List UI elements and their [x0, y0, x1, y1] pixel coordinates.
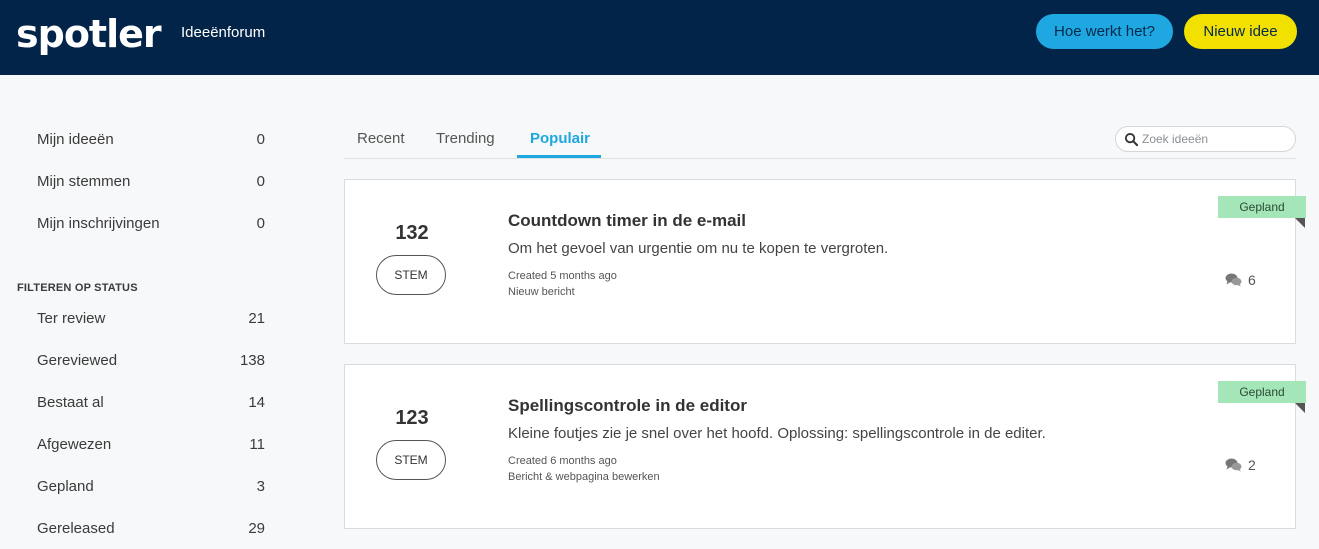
idea-card[interactable]: 132 STEM Countdown timer in de e-mail Om… — [344, 179, 1306, 344]
status-filter-ter-review[interactable]: Ter review 21 — [37, 309, 265, 329]
tab-recent[interactable]: Recent — [357, 130, 405, 148]
sidebar-item-label: Mijn ideeën — [37, 131, 114, 148]
comment-count-value: 6 — [1248, 272, 1256, 288]
status-filter-count: 138 — [239, 352, 265, 369]
idea-title[interactable]: Spellingscontrole in de editor — [508, 396, 747, 416]
idea-category[interactable]: Nieuw bericht — [508, 286, 575, 298]
vote-button[interactable]: STEM — [376, 255, 446, 295]
status-badge-fold — [1295, 403, 1305, 413]
idea-card[interactable]: 123 STEM Spellingscontrole in de editor … — [344, 364, 1306, 529]
vote-count: 132 — [395, 222, 429, 244]
comment-count[interactable]: 6 — [1225, 272, 1256, 288]
status-filter-count: 29 — [248, 520, 265, 537]
idea-category[interactable]: Bericht & webpagina bewerken — [508, 471, 660, 483]
status-filter-label: Gepland — [37, 478, 94, 495]
new-idea-button[interactable]: Nieuw idee — [1184, 14, 1297, 49]
sidebar-item-label: Mijn stemmen — [37, 173, 131, 190]
vote-button[interactable]: STEM — [376, 440, 446, 480]
status-filter-label: Gereviewed — [37, 352, 118, 369]
status-filter-label: Ter review — [37, 310, 106, 327]
search-icon — [1124, 132, 1139, 147]
status-filter-gepland[interactable]: Gepland 3 — [37, 477, 265, 497]
idea-title[interactable]: Countdown timer in de e-mail — [508, 211, 746, 231]
how-it-works-button[interactable]: Hoe werkt het? — [1036, 14, 1173, 49]
comment-count[interactable]: 2 — [1225, 457, 1256, 473]
sidebar-item-count: 0 — [256, 215, 265, 232]
idea-created-date: Created 6 months ago — [508, 455, 617, 467]
comments-icon — [1225, 273, 1242, 287]
vote-count: 123 — [395, 407, 429, 429]
status-badge: Gepland — [1218, 196, 1306, 218]
status-filter-label: Afgewezen — [37, 436, 112, 453]
status-badge: Gepland — [1218, 381, 1306, 403]
sidebar-item-count: 0 — [256, 173, 265, 190]
sidebar-item-my-ideas[interactable]: Mijn ideeën 0 — [37, 130, 265, 150]
sidebar-item-my-votes[interactable]: Mijn stemmen 0 — [37, 172, 265, 192]
search-input[interactable] — [1142, 130, 1292, 148]
status-filter-label: Gereleased — [37, 520, 115, 537]
status-filter-heading: FILTEREN OP STATUS — [17, 282, 138, 294]
idea-created-date: Created 5 months ago — [508, 270, 617, 282]
spotler-logo[interactable]: spotler — [16, 10, 162, 58]
sidebar-item-count: 0 — [256, 131, 265, 148]
idea-description: Kleine foutjes zie je snel over het hoof… — [508, 425, 1046, 442]
idea-description: Om het gevoel van urgentie om nu te kope… — [508, 240, 889, 257]
status-filter-afgewezen[interactable]: Afgewezen 11 — [37, 435, 265, 455]
comments-icon — [1225, 458, 1242, 472]
tab-trending[interactable]: Trending — [436, 130, 495, 148]
status-filter-count: 3 — [256, 478, 265, 495]
tab-populair[interactable]: Populair — [530, 130, 590, 148]
forum-title[interactable]: Ideeënforum — [181, 24, 265, 42]
status-filter-gereleased[interactable]: Gereleased 29 — [37, 519, 265, 539]
comment-count-value: 2 — [1248, 457, 1256, 473]
status-badge-fold — [1295, 218, 1305, 228]
status-filter-count: 21 — [248, 310, 265, 327]
status-filter-gereviewed[interactable]: Gereviewed 138 — [37, 351, 265, 371]
active-tab-indicator — [517, 155, 601, 158]
sidebar-item-label: Mijn inschrijvingen — [37, 215, 160, 232]
status-filter-bestaat-al[interactable]: Bestaat al 14 — [37, 393, 265, 413]
sidebar-item-my-subscriptions[interactable]: Mijn inschrijvingen 0 — [37, 214, 265, 234]
status-filter-count: 14 — [248, 394, 265, 411]
top-navigation-bar: spotler Ideeënforum Hoe werkt het? Nieuw… — [0, 0, 1319, 75]
search-box[interactable] — [1115, 126, 1296, 152]
status-filter-count: 11 — [249, 436, 265, 453]
status-filter-label: Bestaat al — [37, 394, 104, 411]
